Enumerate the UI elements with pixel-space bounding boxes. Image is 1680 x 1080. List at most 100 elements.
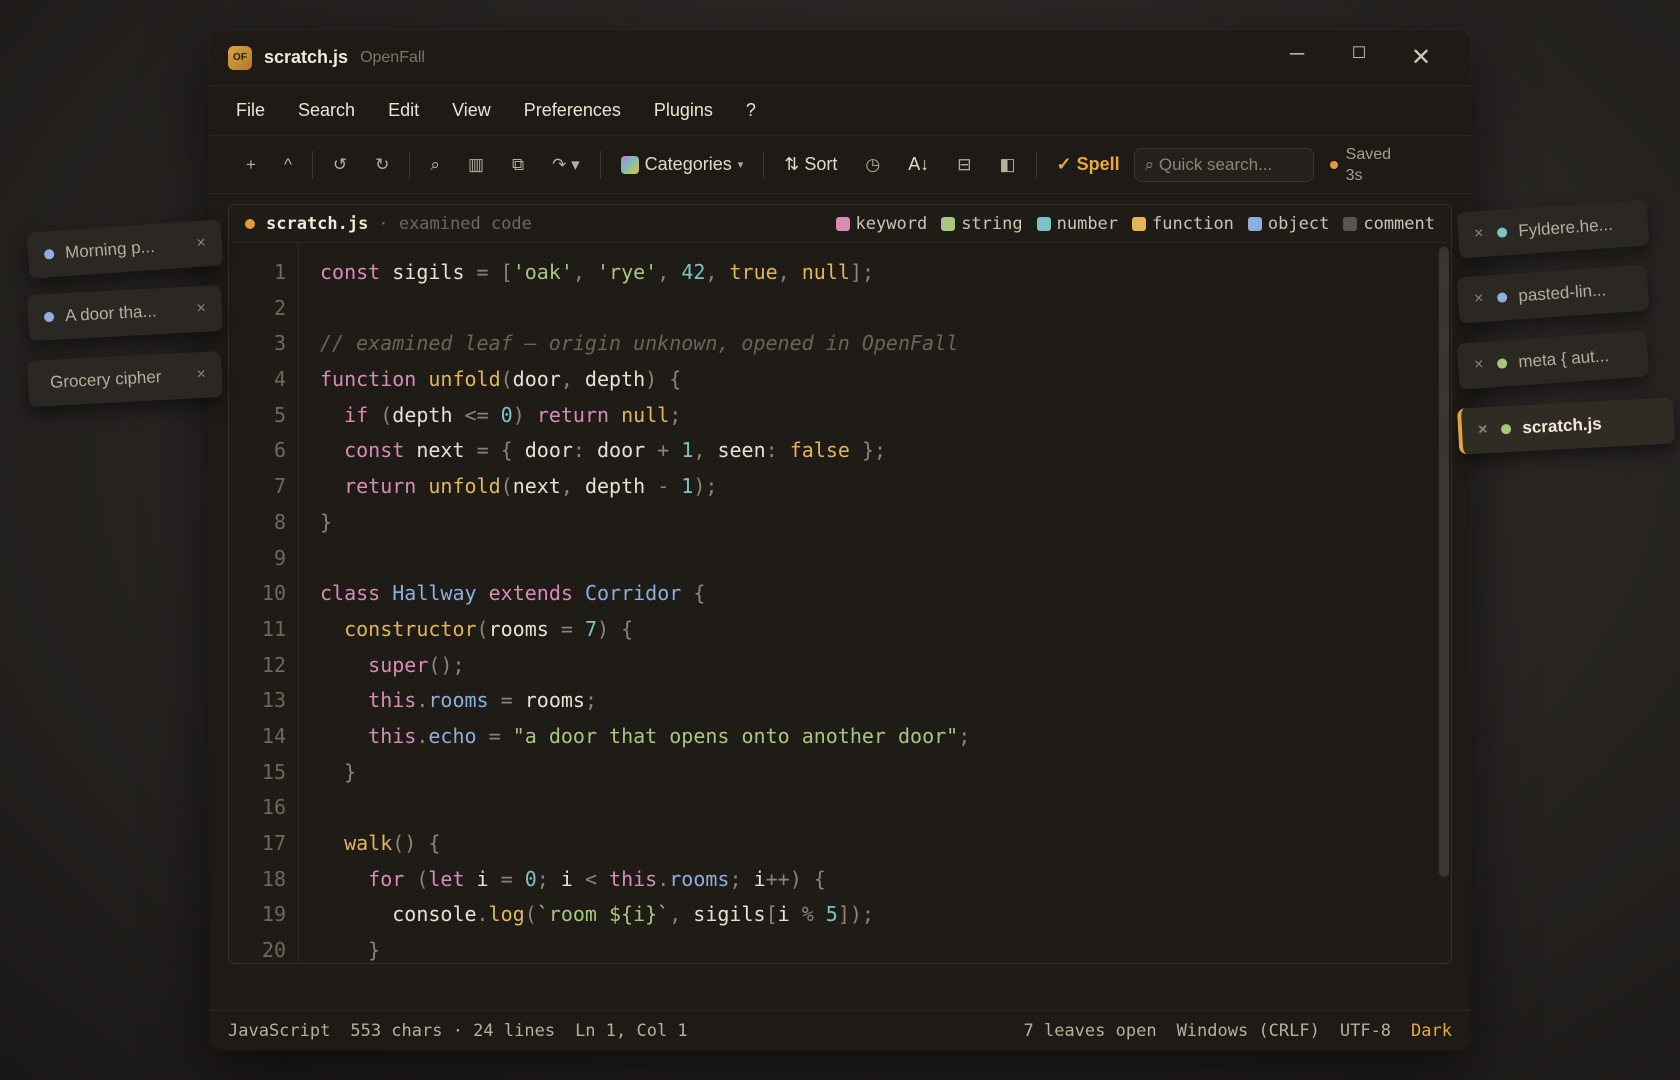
close-icon[interactable]: × xyxy=(1474,356,1485,375)
toolbar-divider xyxy=(1035,150,1037,179)
undo-button[interactable]: ↺ xyxy=(319,155,361,175)
menu-search[interactable]: Search xyxy=(298,100,355,121)
code-line[interactable]: super(); xyxy=(320,648,1451,684)
categories-swatch-icon xyxy=(620,155,639,174)
code-line[interactable]: for (let i = 0; i < this.rooms; i++) { xyxy=(320,862,1451,898)
find-button[interactable]: ⌕ xyxy=(416,155,454,175)
code-line[interactable]: class Hallway extends Corridor { xyxy=(320,576,1451,612)
editor-window: OF scratch.js OpenFall ─ ☐ ✕ File Search… xyxy=(210,30,1470,1050)
menu-view[interactable]: View xyxy=(452,100,491,121)
leaf-tab-a-door[interactable]: A door tha... × xyxy=(26,284,224,342)
code-line[interactable]: const sigils = ['oak', 'rye', 42, true, … xyxy=(320,255,1451,291)
menu-plugins[interactable]: Plugins xyxy=(654,100,713,121)
wrap-dropdown[interactable]: ↷ ▾ xyxy=(538,155,594,175)
line-number: 7 xyxy=(273,474,286,499)
close-icon[interactable]: ✕ xyxy=(1390,43,1452,72)
leaf-tab-label: scratch.js xyxy=(1521,414,1603,438)
code-line[interactable]: if (depth <= 0) return null; xyxy=(320,398,1451,434)
spell-check-toggle[interactable]: ✓ Spell xyxy=(1043,154,1134,175)
leaf-dot-icon xyxy=(43,248,55,260)
categories-dropdown[interactable]: Categories ▾ xyxy=(607,154,758,175)
window-app-name: OpenFall xyxy=(360,48,425,66)
cursor-position[interactable]: Ln 1, Col 1 xyxy=(575,1021,688,1041)
redo-button[interactable]: ↻ xyxy=(361,155,403,175)
leaf-tab-label: Fyldere.he... xyxy=(1517,214,1614,241)
leaf-tab-label: A door tha... xyxy=(64,301,158,326)
code-editor: scratch.js · examined code keyword strin… xyxy=(228,204,1452,964)
code-line[interactable]: function unfold(door, depth) { xyxy=(320,362,1451,398)
code-line[interactable]: constructor(rooms = 7) { xyxy=(320,612,1451,648)
close-icon[interactable]: × xyxy=(196,300,206,318)
new-file-button[interactable]: + xyxy=(232,155,270,175)
legend-swatch xyxy=(1036,216,1051,231)
menu-edit[interactable]: Edit xyxy=(388,100,419,121)
history-button[interactable]: ◷ xyxy=(851,155,894,175)
line-endings[interactable]: Windows (CRLF) xyxy=(1177,1021,1320,1041)
minimize-icon[interactable]: ─ xyxy=(1266,43,1328,72)
editor-filename: scratch.js xyxy=(266,213,369,234)
menu-preferences[interactable]: Preferences xyxy=(524,100,621,121)
leaf-dot-icon xyxy=(43,311,55,323)
menu-file[interactable]: File xyxy=(236,100,265,121)
legend-item-string: string xyxy=(941,214,1023,234)
close-icon[interactable]: × xyxy=(1474,225,1485,244)
leaf-tab-fyldere[interactable]: × Fyldere.he... xyxy=(1456,199,1650,259)
sort-button[interactable]: ⇅ Sort xyxy=(770,154,851,175)
line-number: 11 xyxy=(261,616,286,641)
syntax-legend: keyword string number function object co… xyxy=(835,214,1435,234)
leaf-tab-pasted[interactable]: × pasted-lin... xyxy=(1456,264,1650,324)
code-line[interactable]: } xyxy=(320,933,1451,963)
close-icon[interactable]: × xyxy=(196,366,206,384)
code-line[interactable] xyxy=(320,790,1451,826)
char-line-count: 553 chars · 24 lines xyxy=(350,1020,556,1041)
menu-help[interactable]: ? xyxy=(746,100,756,121)
code-line[interactable]: return unfold(next, depth - 1); xyxy=(320,469,1451,505)
leaf-dot-icon xyxy=(1497,292,1508,303)
duplicate-button[interactable]: ⧉ xyxy=(498,155,538,175)
app-logo: OF xyxy=(228,45,252,70)
caret-up-button[interactable]: ^ xyxy=(270,155,306,175)
code-line[interactable]: } xyxy=(320,755,1451,791)
code-line[interactable]: walk() { xyxy=(320,826,1451,862)
code-line[interactable] xyxy=(320,291,1451,327)
code-line[interactable]: // examined leaf — origin unknown, opene… xyxy=(320,326,1451,362)
leaf-tab-label: pasted-lin... xyxy=(1517,280,1607,306)
code-lines[interactable]: const sigils = ['oak', 'rye', 42, true, … xyxy=(299,243,1451,963)
editor-scrollbar[interactable] xyxy=(1439,247,1449,877)
maximize-icon[interactable]: ☐ xyxy=(1328,43,1390,72)
legend-item-keyword: keyword xyxy=(835,214,927,234)
language-mode[interactable]: JavaScript xyxy=(228,1021,330,1041)
code-line[interactable]: console.log(`room ${i}`, sigils[i % 5]); xyxy=(320,897,1451,933)
menubar: File Search Edit View Preferences Plugin… xyxy=(210,86,1470,136)
code-line[interactable] xyxy=(320,541,1451,577)
code-line[interactable]: } xyxy=(320,505,1451,541)
code-line[interactable]: const next = { door: door + 1, seen: fal… xyxy=(320,433,1451,469)
theme-toggle[interactable]: Dark xyxy=(1411,1021,1452,1041)
line-number: 6 xyxy=(273,438,286,463)
encoding[interactable]: UTF-8 xyxy=(1340,1021,1391,1041)
leaf-dot-icon xyxy=(1501,423,1512,435)
line-number: 5 xyxy=(273,402,286,427)
close-icon[interactable]: × xyxy=(1478,421,1488,439)
saved-dot-icon xyxy=(1329,160,1338,169)
close-icon[interactable]: × xyxy=(1474,290,1485,309)
editor-header: scratch.js · examined code keyword strin… xyxy=(229,205,1451,243)
code-area[interactable]: 123456789101112131415161718192021 const … xyxy=(229,243,1451,963)
leaves-open-count[interactable]: 7 leaves open xyxy=(1024,1021,1157,1041)
sort-az-button[interactable]: A↓ xyxy=(894,154,943,175)
code-line[interactable]: this.rooms = rooms; xyxy=(320,683,1451,719)
leaf-tab-morning[interactable]: Morning p... × xyxy=(26,219,224,279)
leaf-tab-meta[interactable]: × meta { aut... xyxy=(1456,330,1650,390)
code-line[interactable]: this.echo = "a door that opens onto anot… xyxy=(320,719,1451,755)
quick-search-input[interactable]: ⌕ Quick search... xyxy=(1133,147,1314,182)
close-icon[interactable]: × xyxy=(196,234,207,253)
leaf-tab-grocery[interactable]: Grocery cipher × xyxy=(26,350,224,408)
legend-item-number: number xyxy=(1036,214,1118,234)
toolbar-divider xyxy=(311,150,313,179)
leaf-dot-icon xyxy=(1497,358,1508,369)
panel-toggle-button[interactable]: ◧ xyxy=(985,155,1029,175)
leaf-tab-scratch-active[interactable]: × scratch.js xyxy=(1456,397,1676,455)
columns-button[interactable]: ▥ xyxy=(454,155,498,175)
toolbar-divider xyxy=(763,150,765,179)
split-view-button[interactable]: ⊟ xyxy=(943,155,985,175)
